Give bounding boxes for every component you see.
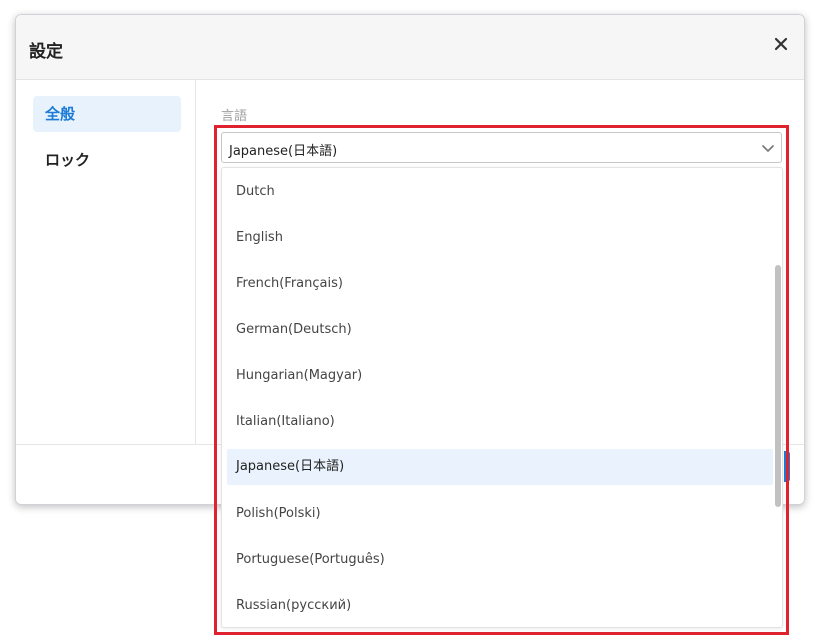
close-icon [774,37,788,51]
option-label: Hungarian(Magyar) [236,368,363,383]
language-option-italian[interactable]: Italian(Italiano) [227,404,773,440]
language-option-french[interactable]: French(Français) [227,266,773,302]
language-option-english[interactable]: English [227,220,773,256]
option-label: Portuguese(Português) [236,552,385,567]
option-label: Japanese(日本語) [236,459,345,474]
option-label: Russian(русский) [236,598,352,613]
sidebar-item-general[interactable]: 全般 [33,96,181,132]
language-option-dutch[interactable]: Dutch [227,174,773,210]
option-label: Polish(Polski) [236,506,321,521]
sidebar-item-label: 全般 [45,105,76,123]
option-label: Dutch [236,184,275,199]
close-button[interactable] [772,35,790,53]
dialog-header: 設定 [16,15,804,80]
language-option-japanese[interactable]: Japanese(日本語) [227,449,773,485]
option-label: German(Deutsch) [236,322,352,337]
footer-button[interactable] [784,451,790,482]
option-label: English [236,230,283,245]
language-option-hungarian[interactable]: Hungarian(Magyar) [227,358,773,394]
option-label: French(Français) [236,276,343,291]
language-select[interactable]: Japanese(日本語) [221,132,782,163]
language-dropdown: Dutch English French(Français) German(De… [221,167,783,628]
sidebar: 全般 ロック [16,80,196,445]
option-label: Italian(Italiano) [236,414,335,429]
language-option-russian[interactable]: Russian(русский) [227,588,773,624]
dialog-title: 設定 [29,42,63,62]
language-label: 言語 [221,109,248,124]
language-option-portuguese[interactable]: Portuguese(Português) [227,542,773,578]
language-select-value: Japanese(日本語) [229,144,338,159]
language-option-polish[interactable]: Polish(Polski) [227,496,773,532]
chevron-down-icon [762,145,774,152]
sidebar-item-lock[interactable]: ロック [33,142,181,178]
sidebar-item-label: ロック [45,151,91,169]
dropdown-scrollbar[interactable] [775,265,781,507]
language-option-german[interactable]: German(Deutsch) [227,312,773,348]
